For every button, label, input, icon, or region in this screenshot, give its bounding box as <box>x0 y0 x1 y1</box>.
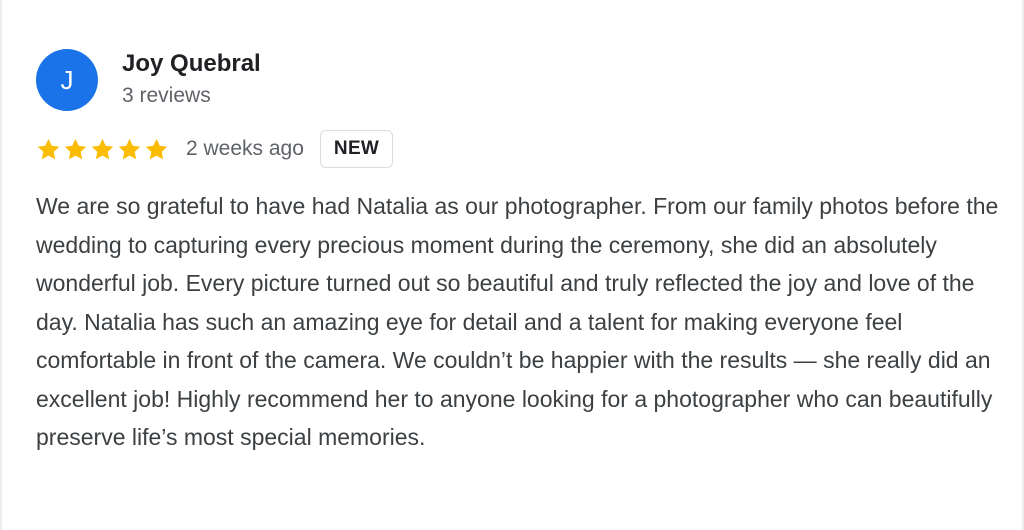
avatar-initial: J <box>60 65 74 95</box>
star-icon <box>37 138 60 159</box>
review-text: We are so grateful to have had Natalia a… <box>36 193 999 450</box>
star-icon <box>118 138 141 159</box>
reviewer-name[interactable]: Joy Quebral <box>122 50 261 78</box>
star-icon <box>91 138 114 159</box>
avatar[interactable]: J <box>36 49 98 111</box>
star-icon <box>145 138 168 159</box>
review-time: 2 weeks ago <box>186 137 304 160</box>
star-rating <box>36 137 169 162</box>
new-badge: NEW <box>319 130 394 168</box>
review-card: J Joy Quebral 3 reviews 2 weeks ago NEW … <box>0 0 1024 530</box>
star-icon <box>64 138 87 159</box>
review-count: 3 reviews <box>122 84 211 107</box>
rating-row: 2 weeks ago NEW <box>36 129 394 169</box>
